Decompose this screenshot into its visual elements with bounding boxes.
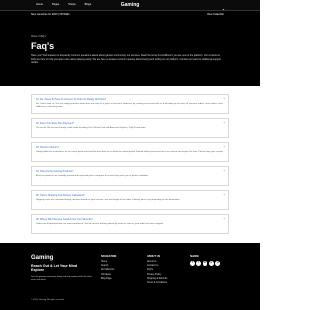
page-hero: Home / FAQ's Faq's Have you? find answer… bbox=[0, 18, 260, 86]
linkedin-icon[interactable]: in bbox=[202, 261, 208, 266]
faq-answer: Orders are dispatched from our main ware… bbox=[36, 222, 164, 225]
faq-item[interactable]: 03. How Do I Return? ^ Simply follow the… bbox=[31, 142, 229, 162]
footer-link-contact[interactable]: Contact Us bbox=[147, 265, 167, 267]
chevron-up-icon[interactable]: ^ bbox=[224, 97, 225, 101]
page-title: Faq's bbox=[31, 41, 55, 51]
faq-answer: All of our products are carefully packed… bbox=[36, 174, 149, 177]
faq-question[interactable]: 01. Do I Need To Have An Account To Orde… bbox=[36, 98, 106, 101]
copyright: © 2024, Gaming. All rights reserved. bbox=[31, 299, 65, 301]
footer-link-faq[interactable]: FAQ's bbox=[147, 269, 167, 271]
cart-icon[interactable] bbox=[222, 2, 229, 15]
brand-logo[interactable]: Gaming bbox=[0, 2, 260, 8]
faq-answer: No, I don't think so. You can simply pur… bbox=[36, 102, 223, 108]
facebook-icon[interactable]: f bbox=[190, 261, 195, 266]
faq-answer: Simply follow the instructions on our re… bbox=[36, 150, 224, 153]
footer-link-home[interactable]: Home bbox=[101, 261, 116, 263]
footer-about: ABOUT US About Us Contact Us FAQ's Priva… bbox=[147, 255, 167, 286]
faq-item[interactable]: 02. Does Your Store Run Payment? ^ Yes w… bbox=[31, 118, 229, 138]
faq-question[interactable]: 03. How Do I Return? bbox=[36, 146, 59, 149]
footer-link-privacy[interactable]: Privacy Policy bbox=[147, 274, 167, 276]
faq-item[interactable]: 06. Where Will I Receive Goods From Your… bbox=[31, 214, 229, 234]
social-links: f t in p yt bbox=[190, 261, 220, 266]
announcement-message: New Launches for 2023 | Off Walls bbox=[31, 13, 70, 17]
youtube-icon[interactable]: yt bbox=[215, 261, 220, 266]
chevron-up-icon[interactable]: ^ bbox=[224, 217, 225, 221]
faq-answer: Yes we do. We accept all major credit ca… bbox=[36, 126, 147, 129]
footer-tagline: Reach Out & Let Your Mind Explore bbox=[31, 264, 78, 273]
announcement-bar: New Launches for 2023 | Off Walls View C… bbox=[0, 10, 260, 18]
footer-link-gift-ideas[interactable]: Gift Ideas bbox=[101, 274, 116, 276]
site-footer: Gaming Reach Out & Let Your Mind Explore… bbox=[0, 243, 260, 310]
page-description: Have you? find answers to frequently com… bbox=[31, 54, 221, 65]
view-collection-link[interactable]: View Collection bbox=[207, 13, 224, 16]
footer-heading: ABOUT US bbox=[147, 255, 161, 258]
faq-question[interactable]: 05. How Is Shipping And Delivery Calcula… bbox=[36, 194, 85, 197]
faq-item[interactable]: 01. Do I Need To Have An Account To Orde… bbox=[31, 94, 229, 114]
faq-item[interactable]: 05. How Is Shipping And Delivery Calcula… bbox=[31, 190, 229, 210]
chevron-up-icon[interactable]: ^ bbox=[224, 145, 225, 149]
footer-heading: NAVIGATION bbox=[101, 255, 117, 258]
breadcrumb[interactable]: Home / FAQ's bbox=[31, 35, 46, 38]
faq-item[interactable]: 04. How Are My Gaming Products? ^ All of… bbox=[31, 166, 229, 186]
footer-link-shipping[interactable]: Shipping & Refunds bbox=[147, 278, 167, 280]
faq-answer: Shipping costs are calculated during che… bbox=[36, 198, 181, 201]
top-navigation-bar: Home Pages Shops Blogs Gaming bbox=[0, 0, 260, 15]
footer-logo[interactable]: Gaming bbox=[31, 255, 53, 261]
footer-navigation: NAVIGATION Home Search All Collection Gi… bbox=[101, 255, 116, 282]
footer-link-terms[interactable]: Terms & Conditions bbox=[147, 282, 167, 284]
footer-link-about[interactable]: About Us bbox=[147, 261, 167, 263]
footer-link-collection[interactable]: All Collection bbox=[101, 269, 116, 271]
footer-heading: SHARE bbox=[190, 255, 199, 258]
faq-question[interactable]: 06. Where Will I Receive Goods From Your… bbox=[36, 218, 93, 221]
faq-question[interactable]: 04. How Are My Gaming Products? bbox=[36, 170, 73, 173]
pinterest-icon[interactable]: p bbox=[208, 261, 214, 266]
footer-share: SHARE f t in p yt bbox=[190, 255, 220, 266]
twitter-icon[interactable]: t bbox=[196, 261, 202, 266]
footer-blurb: Join the gaming community today and stay… bbox=[31, 276, 92, 281]
chevron-up-icon[interactable]: ^ bbox=[224, 169, 225, 173]
footer-link-search[interactable]: Search bbox=[101, 265, 116, 267]
faq-question[interactable]: 02. Does Your Store Run Payment? bbox=[36, 122, 74, 125]
footer-link-blog[interactable]: Blog Page bbox=[101, 278, 116, 280]
chevron-up-icon[interactable]: ^ bbox=[224, 193, 225, 197]
chevron-up-icon[interactable]: ^ bbox=[224, 121, 225, 125]
